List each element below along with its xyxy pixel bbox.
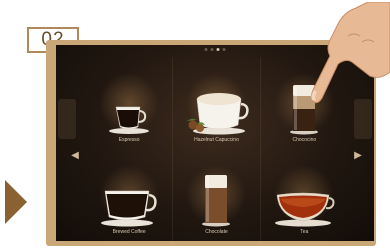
previous-page-arrow-icon[interactable]: ◀ <box>71 150 79 162</box>
triangle-pointer-icon <box>5 180 27 224</box>
tea-cup-icon <box>275 192 335 227</box>
drink-label: Hazelnut Capuccino <box>194 137 239 143</box>
drink-label: Tea <box>300 229 309 235</box>
drink-tile-brewed-coffee[interactable]: Brewed Coffee <box>86 149 174 241</box>
cappuccino-cup-icon <box>187 93 250 135</box>
next-page-arrow-icon[interactable]: ▶ <box>354 150 362 162</box>
drink-label: Chocolate <box>205 229 228 235</box>
previous-page-preview <box>58 99 76 139</box>
pointing-hand-icon <box>310 2 390 104</box>
drink-tile-chocolate[interactable]: Chocolate <box>173 149 261 241</box>
drink-label: Espresso <box>118 137 140 143</box>
espresso-cup-icon <box>109 106 150 134</box>
drink-tile-espresso[interactable]: Espresso <box>86 57 174 149</box>
drink-label: Brewed Coffee <box>112 229 146 235</box>
drink-tile-hazelnut-capuccino[interactable]: Hazelnut Capuccino <box>173 57 261 149</box>
page-dot-active <box>216 48 220 51</box>
page-dot <box>204 48 208 51</box>
drink-tile-tea[interactable]: Tea <box>261 149 348 241</box>
chocolate-glass-icon <box>202 175 231 227</box>
page-dot <box>222 48 226 51</box>
page-indicator <box>204 48 226 51</box>
page-dot <box>210 48 214 51</box>
drink-label: Chococino <box>292 137 317 143</box>
coffee-cup-icon <box>101 190 157 227</box>
